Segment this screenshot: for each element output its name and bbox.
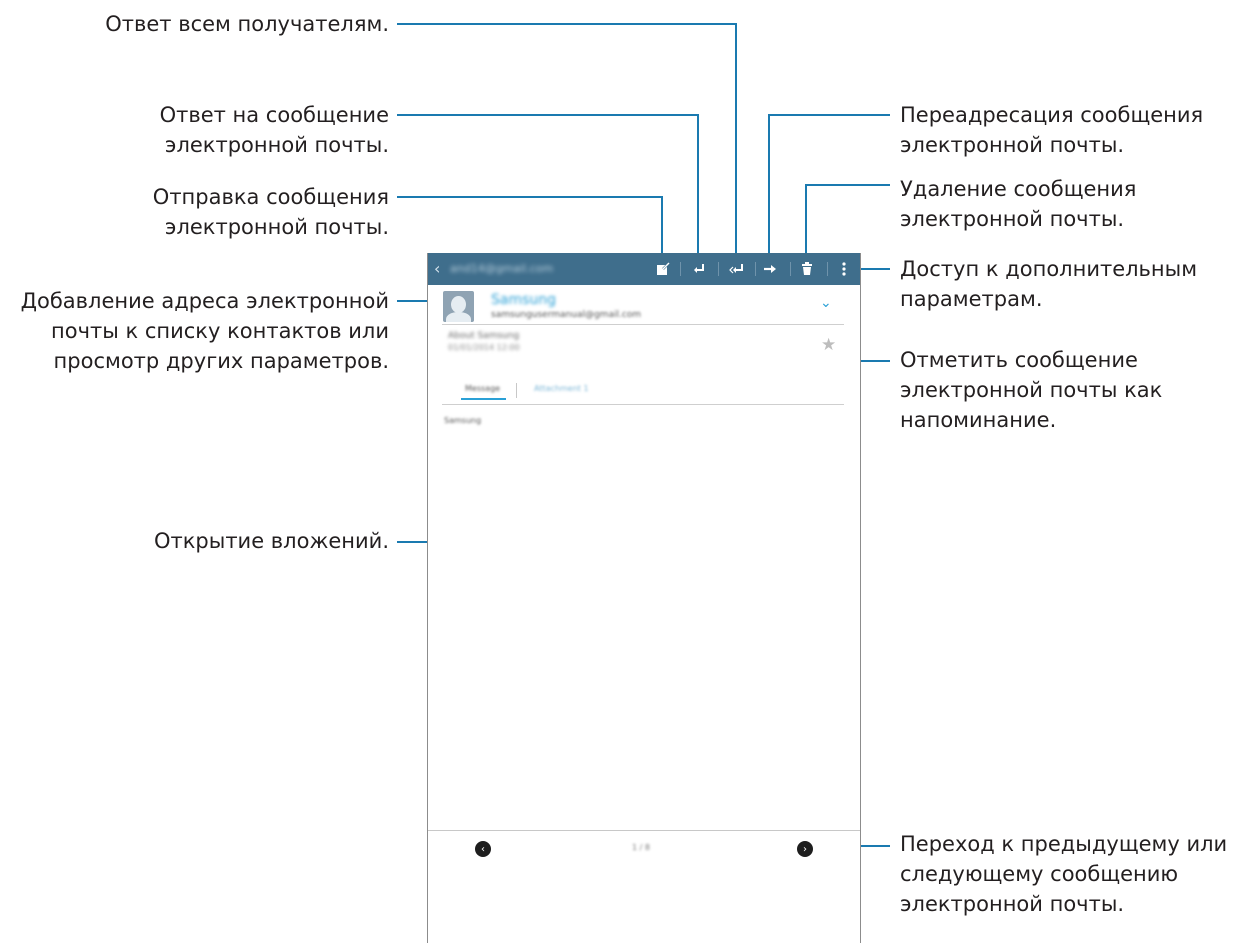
- separator: [718, 262, 719, 276]
- separator: [680, 262, 681, 276]
- compose-icon[interactable]: [649, 257, 677, 281]
- page-indicator: 1 / 8: [632, 843, 650, 852]
- separator: [827, 262, 828, 276]
- callout-reply: Ответ на сообщение электронной почты.: [159, 103, 389, 157]
- callout-navigate: Переход к предыдущему или следующему соо…: [900, 832, 1228, 916]
- separator: [790, 262, 791, 276]
- leader-delete-h: [805, 184, 890, 186]
- email-screen: ‹ and14@gmail.com Samsung samsunguserman…: [427, 253, 861, 943]
- tab-attachments[interactable]: Attachment 1: [534, 384, 589, 393]
- action-bar: ‹ and14@gmail.com: [428, 253, 860, 285]
- leader-reply-v: [697, 114, 699, 264]
- sender-name: Samsung: [491, 292, 557, 308]
- chevron-down-icon[interactable]: ⌄: [820, 295, 832, 311]
- tab-message[interactable]: Message: [465, 384, 500, 393]
- callout-mark: Отметить сообщение электронной почты как…: [900, 348, 1163, 432]
- tab-separator: [516, 383, 517, 398]
- sender-row[interactable]: Samsung samsungusermanual@gmail.com ⌄: [428, 285, 860, 327]
- divider: [442, 324, 844, 325]
- back-icon[interactable]: ‹: [434, 259, 440, 278]
- callout-forward: Переадресация сообщения электронной почт…: [900, 103, 1204, 157]
- leader-reply-h: [397, 114, 699, 116]
- leader-forward-v: [768, 114, 770, 264]
- leader-delete-v: [805, 184, 807, 264]
- callout-more: Доступ к дополнительным параметрам.: [900, 257, 1198, 311]
- forward-icon[interactable]: [756, 257, 784, 281]
- callout-reply-all: Ответ всем получателям.: [105, 12, 389, 36]
- email-subject: About Samsung: [448, 331, 520, 341]
- reply-icon[interactable]: [685, 257, 713, 281]
- bottom-bar-divider: [428, 830, 860, 831]
- leader-forward-h: [768, 114, 890, 116]
- next-arrow-icon[interactable]: ›: [797, 841, 813, 857]
- account-title: and14@gmail.com: [450, 262, 554, 275]
- divider: [442, 404, 844, 405]
- leader-compose-h: [397, 196, 663, 198]
- leader-reply-all-h: [397, 23, 737, 25]
- sender-email: samsungusermanual@gmail.com: [491, 310, 642, 320]
- callout-compose: Отправка сообщения электронной почты.: [152, 185, 389, 239]
- email-date: 01/01/2014 12:00: [448, 343, 520, 352]
- tab-indicator: [461, 398, 506, 400]
- prev-arrow-icon[interactable]: ‹: [475, 841, 491, 857]
- email-body: Samsung: [444, 416, 482, 425]
- callout-delete: Удаление сообщения электронной почты.: [900, 177, 1137, 231]
- callout-attachments: Открытие вложений.: [153, 529, 389, 553]
- star-icon[interactable]: ★: [821, 335, 836, 355]
- more-vert-icon[interactable]: [830, 257, 858, 281]
- reply-all-icon[interactable]: [723, 257, 751, 281]
- callout-add-contact: Добавление адреса электронной почты к сп…: [20, 289, 389, 373]
- trash-icon[interactable]: [793, 257, 821, 281]
- leader-reply-all-v: [735, 23, 737, 263]
- avatar[interactable]: [443, 291, 474, 322]
